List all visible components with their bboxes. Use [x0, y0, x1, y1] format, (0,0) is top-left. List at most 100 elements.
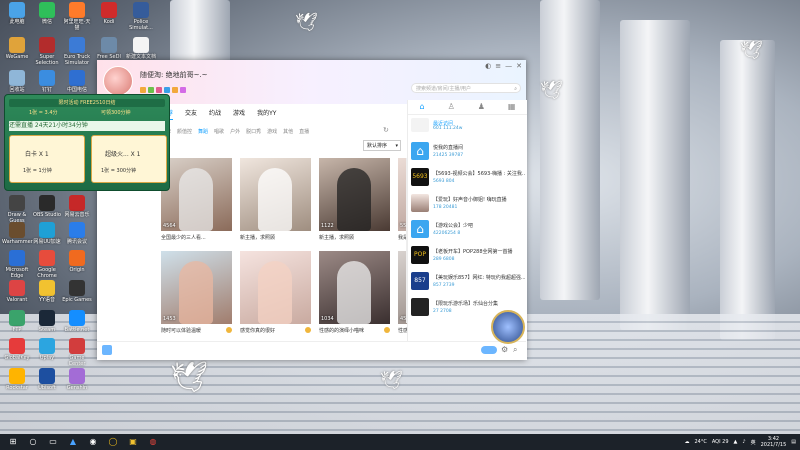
search-icon[interactable]: ⌕ [514, 84, 517, 94]
app-icon[interactable] [102, 345, 112, 355]
volume-icon[interactable]: ♪ [742, 439, 745, 445]
desktop-icon[interactable]: Police Simulat... [126, 2, 156, 31]
network-icon[interactable]: ▲ [734, 439, 738, 445]
desktop-icon[interactable]: YY语音 [32, 280, 62, 303]
tab-social[interactable]: 交友 [185, 108, 197, 120]
subtab[interactable]: 唱歌 [214, 128, 224, 135]
desktop-icon[interactable]: Genshin [62, 368, 92, 391]
desktop-icon[interactable]: Ubisoft [32, 368, 62, 391]
card-reward-right[interactable] [91, 135, 167, 183]
app-icon[interactable]: ▲ [66, 437, 80, 447]
desktop-icon[interactable]: Epic Games [62, 280, 92, 303]
desktop-icon[interactable]: Rockstar [2, 368, 32, 391]
obs-icon[interactable]: ◉ [86, 437, 100, 447]
desktop-icon[interactable]: 回收站 [2, 70, 32, 93]
list-item[interactable]: POP 【老板开车】POP288全网第一首播 289 6808 [411, 246, 525, 268]
tab-my-yy[interactable]: 我的YY [257, 108, 276, 120]
sort-dropdown[interactable]: 默认排序 ▾ [363, 140, 401, 151]
desktop-icon[interactable]: Free SeDl [94, 37, 124, 60]
desktop-icon[interactable]: Uplay [32, 338, 62, 361]
reward-sub: 1张 = 1分钟 [23, 168, 52, 174]
list-item[interactable]: 5693 【5693-视频公会】5693-嗨播 : 关注我... 5693 80… [411, 168, 525, 190]
subtab[interactable]: 户外 [230, 128, 240, 135]
desktop-icon[interactable]: Steam [32, 310, 62, 333]
badge-icon [164, 87, 170, 93]
desktop-icon[interactable]: Google Chrome [32, 250, 62, 279]
skin-icon[interactable]: ◐ [485, 62, 491, 70]
subtab[interactable]: 脱口秀 [246, 128, 261, 135]
windows-start-icon[interactable]: ⊞ [6, 437, 20, 447]
desktop-icon[interactable]: Draw & Guess [2, 195, 32, 224]
task-view-icon[interactable]: ▭ [46, 437, 60, 447]
desktop-icon[interactable]: 微信 [32, 2, 62, 25]
avatar[interactable] [103, 66, 133, 96]
stream-card[interactable]: 1122 新主播，求照顾 [319, 158, 390, 241]
clock[interactable]: 3:42 2021/7/15 [761, 436, 787, 448]
desktop-icon[interactable]: 新建文本文档 [126, 37, 156, 60]
search-icon[interactable]: ○ [26, 437, 40, 447]
weather-icon[interactable]: ☁ [684, 439, 689, 445]
sidebar-tabs: ⌂ ♙ ♟ ▦ [408, 100, 527, 115]
desktop-icon[interactable]: OBS Studio [32, 195, 62, 218]
card-reward-left[interactable] [9, 135, 85, 183]
search-icon[interactable]: ⌕ [513, 345, 517, 355]
desktop-icon[interactable]: GlobalKey [2, 338, 32, 361]
settings-icon[interactable]: ⚙ [501, 345, 508, 354]
user-icon[interactable]: ♙ [448, 100, 455, 114]
subtab[interactable]: 直播 [299, 128, 309, 135]
toggle-switch[interactable] [481, 346, 497, 354]
menu-icon[interactable]: ≡ [495, 62, 501, 70]
desktop-icon[interactable]: WeGame [2, 37, 32, 60]
desktop-icon[interactable]: Microsoft Edge [2, 250, 32, 279]
apps-icon[interactable]: ▦ [508, 100, 516, 114]
desktop-icon[interactable]: Warhammer [2, 222, 33, 245]
refresh-icon[interactable]: ↻ [383, 126, 389, 134]
desktop-icon[interactable]: Valorant [2, 280, 32, 303]
subtab[interactable]: 颜值控 [177, 128, 192, 135]
notification-icon[interactable]: ▤ [791, 439, 796, 445]
stream-card[interactable]: 新主播，求照顾 [240, 158, 311, 241]
list-item[interactable]: ⌂ 【游戏公会】少吧 42206254 8 [411, 220, 525, 242]
desktop-icon[interactable]: FTP [2, 310, 32, 333]
home-icon: ⌂ [411, 142, 429, 160]
list-item[interactable]: 857 【美玩娱乐857】网红: 特玩约我超超强.... 857 2739 [411, 272, 525, 294]
file-explorer-icon[interactable]: ▣ [126, 437, 140, 447]
chrome-icon[interactable]: ◍ [146, 437, 160, 447]
home-icon[interactable]: ⌂ [420, 100, 425, 114]
desktop-icon[interactable]: 网易UU加速 [32, 222, 62, 245]
desktop-icon[interactable]: Origin [62, 250, 92, 273]
subtab[interactable]: 其他 [283, 128, 293, 135]
desktop-icon[interactable]: 网易云音乐 [62, 195, 92, 218]
desktop-icon[interactable]: Super Selection [32, 37, 62, 66]
desktop-icon[interactable]: 阿里旺旺-天猫 [62, 2, 92, 31]
list-item[interactable]: 最近访问 601 111.24w [411, 118, 525, 140]
desktop-icon[interactable]: 此电脑 [2, 2, 32, 25]
taskbar: ⊞ ○ ▭ ▲ ◉ ◯ ▣ ◍ ☁ 24°C AQI 29 ▲ ♪ 英 3:42… [0, 434, 800, 450]
promo-panel: 限时活动 FREE2510日结 1张 = 3.4分 可领300分钟 还需直播 2… [4, 94, 170, 191]
desktop-icon[interactable]: 钉钉 [32, 70, 62, 93]
tab-battle[interactable]: 约战 [209, 108, 221, 120]
search-input[interactable]: 搜索频道/房间/主播/用户 ⌕ [411, 83, 521, 93]
desktop-icon[interactable]: Kodi [94, 2, 124, 25]
desktop-icon[interactable]: 腾讯会议 [62, 222, 92, 245]
contacts-icon[interactable]: ♟ [478, 100, 485, 114]
list-item[interactable]: ⌂ 悦我的直播间 21425 39787 [411, 142, 525, 164]
ime-icon[interactable]: 英 [751, 439, 756, 446]
desktop-icon[interactable]: Euro Truck Simulator [62, 37, 92, 66]
desktop-icon[interactable]: Game Center [62, 338, 92, 367]
tab-games[interactable]: 游戏 [233, 108, 245, 120]
list-item[interactable]: 【爱玩】好声音小御姐! 嗨玩直播 178 20481 [411, 194, 525, 216]
yy-icon[interactable]: ◯ [106, 437, 120, 447]
close-icon[interactable]: ✕ [516, 62, 522, 70]
stream-card[interactable]: 1034 性感的的演绎小喵咪 [319, 251, 390, 334]
stream-card[interactable]: 4564 全国最少的三人看... [161, 158, 232, 241]
desktop-icon[interactable]: 中国电信 [62, 70, 92, 93]
reward-sub: 1张 = 300分钟 [101, 168, 137, 174]
floating-pet-icon[interactable] [491, 310, 525, 344]
subtab[interactable]: 舞蹈 [198, 128, 208, 135]
stream-card[interactable]: 1453 随时可以体验温暖 [161, 251, 232, 334]
minimize-icon[interactable]: — [505, 62, 512, 70]
subtab[interactable]: 游戏 [267, 128, 277, 135]
desktop-icon[interactable]: Battle.net [62, 310, 92, 333]
stream-card[interactable]: 感觉你真的很好 [240, 251, 311, 334]
